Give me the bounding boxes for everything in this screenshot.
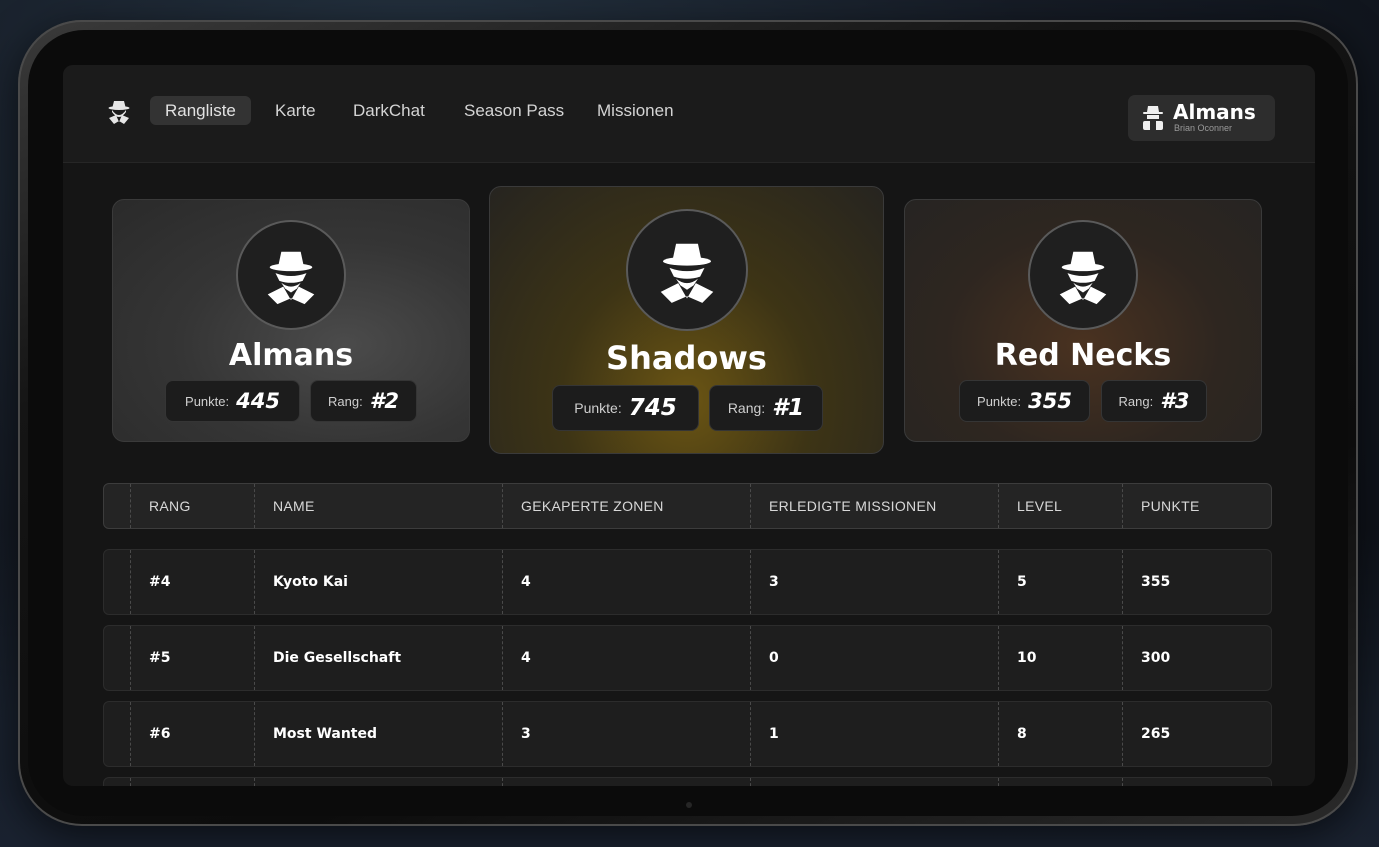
- table-row[interactable]: #5 Die Gesellschaft 4 0 10 300: [103, 625, 1272, 691]
- profile-badge[interactable]: Almans Brian Oconner: [1128, 95, 1275, 141]
- team-avatar: [236, 220, 346, 330]
- table-row[interactable]: #4 Kyoto Kai 4 3 5 355: [103, 549, 1272, 615]
- cell-level: 8: [1017, 726, 1027, 742]
- cell-gekaperte-zonen: 4: [521, 650, 531, 666]
- rank-label: Rang:: [328, 393, 363, 409]
- podium-card-rank-2: Almans Punkte: 445 Rang: #2: [112, 199, 470, 442]
- header-rang[interactable]: RANG: [149, 484, 191, 528]
- cell-punkte: 300: [1141, 650, 1171, 666]
- cell-level: 5: [1017, 574, 1027, 590]
- spy-icon: [1059, 251, 1107, 305]
- points-value: 355: [1028, 389, 1072, 413]
- nav-tab-karte[interactable]: Karte: [260, 96, 331, 125]
- table-row[interactable]: #6 Most Wanted 3 1 8 265: [103, 701, 1272, 767]
- rank-label: Rang:: [1118, 393, 1154, 409]
- points-value: 745: [628, 395, 677, 421]
- spy-icon: [267, 251, 315, 305]
- cell-name: Kyoto Kai: [273, 574, 348, 590]
- team-name: Shadows: [606, 339, 767, 377]
- table-row-partial[interactable]: [103, 777, 1272, 786]
- cell-rang: #4: [149, 574, 171, 590]
- spy-icon: [660, 243, 714, 303]
- table-header: RANG NAME GEKAPERTE ZONEN ERLEDIGTE MISS…: [103, 483, 1272, 529]
- points-pill: Punkte: 445: [165, 380, 300, 422]
- team-name: Almans: [228, 338, 354, 373]
- points-label: Punkte:: [574, 400, 622, 416]
- rank-pill: Rang: #2: [310, 380, 417, 422]
- team-name: Red Necks: [994, 338, 1172, 373]
- header-punkte[interactable]: PUNKTE: [1141, 484, 1200, 528]
- profile-team-name: Almans: [1173, 100, 1256, 124]
- profile-player-name: Brian Oconner: [1174, 123, 1233, 133]
- cell-gekaperte-zonen: 3: [521, 726, 531, 742]
- points-pill: Punkte: 355: [959, 380, 1090, 422]
- rank-value: #2: [369, 389, 399, 413]
- cell-erledigte-missionen: 1: [769, 726, 779, 742]
- top-navigation-bar: Rangliste Karte DarkChat Season Pass Mis…: [63, 65, 1315, 163]
- nav-tab-darkchat[interactable]: DarkChat: [338, 96, 440, 125]
- nav-tab-season-pass[interactable]: Season Pass: [449, 96, 579, 125]
- cell-level: 10: [1017, 650, 1037, 666]
- header-level[interactable]: LEVEL: [1017, 484, 1062, 528]
- nav-tab-rangliste[interactable]: Rangliste: [150, 96, 251, 125]
- rank-pill: Rang: #3: [1101, 380, 1207, 422]
- podium-card-rank-3: Red Necks Punkte: 355 Rang: #3: [904, 199, 1262, 442]
- rank-value: #3: [1160, 389, 1190, 413]
- header-gekaperte-zonen[interactable]: GEKAPERTE ZONEN: [521, 484, 664, 528]
- team-avatar: [1028, 220, 1138, 330]
- rank-value: #1: [772, 395, 805, 421]
- points-label: Punkte:: [185, 393, 230, 409]
- team-avatar: [626, 209, 748, 331]
- cell-erledigte-missionen: 3: [769, 574, 779, 590]
- spy-icon: [1143, 106, 1163, 130]
- spy-logo-icon: [108, 101, 130, 124]
- header-name[interactable]: NAME: [273, 484, 315, 528]
- cell-name: Most Wanted: [273, 726, 378, 742]
- points-pill: Punkte: 745: [552, 385, 699, 431]
- cell-name: Die Gesellschaft: [273, 650, 402, 666]
- rank-label: Rang:: [727, 400, 766, 416]
- cell-rang: #6: [149, 726, 171, 742]
- cell-gekaperte-zonen: 4: [521, 574, 531, 590]
- nav-tab-missionen[interactable]: Missionen: [582, 96, 689, 125]
- rank-pill: Rang: #1: [709, 385, 823, 431]
- cell-punkte: 265: [1141, 726, 1171, 742]
- app-screen: Rangliste Karte DarkChat Season Pass Mis…: [63, 65, 1315, 786]
- camera-dot: [686, 802, 692, 808]
- cell-erledigte-missionen: 0: [769, 650, 779, 666]
- points-label: Punkte:: [977, 393, 1022, 409]
- cell-rang: #5: [149, 650, 171, 666]
- points-value: 445: [236, 389, 280, 413]
- cell-punkte: 355: [1141, 574, 1171, 590]
- podium-card-rank-1: Shadows Punkte: 745 Rang: #1: [489, 186, 884, 454]
- header-erledigte-missionen[interactable]: ERLEDIGTE MISSIONEN: [769, 484, 937, 528]
